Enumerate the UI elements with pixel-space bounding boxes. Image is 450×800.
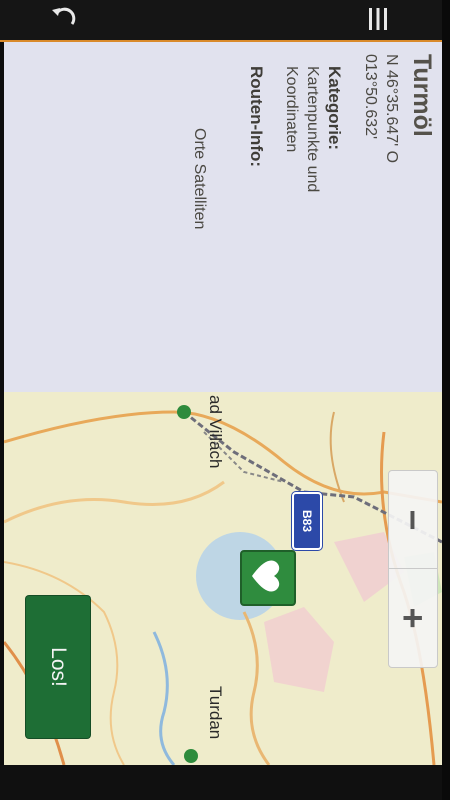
menu-button[interactable] <box>355 0 401 38</box>
zoom-out-label: − <box>393 508 434 531</box>
location-detail-panel: Turmöl N 46°35.647' O 013°50.632' Katego… <box>4 42 442 392</box>
rotated-detail-content: Turmöl N 46°35.647' O 013°50.632' Katego… <box>4 42 442 392</box>
favorite-location-marker[interactable] <box>240 550 296 606</box>
back-arrow-icon <box>52 7 76 25</box>
route-point-marker[interactable] <box>184 749 198 763</box>
category-value-line-2: Koordinaten <box>283 66 300 153</box>
place-label-turdan: Turdan <box>206 686 225 740</box>
category-label: Kategorie: <box>325 66 344 151</box>
navigation-screen: Turmöl N 46°35.647' O 013°50.632' Katego… <box>0 0 450 800</box>
coordinates-line-2: 013°50.632' <box>362 54 379 140</box>
zoom-in-label: + <box>393 606 434 629</box>
coordinates-line-1: N 46°35.647' O <box>383 54 400 164</box>
road-shield-label: B83 <box>299 509 314 533</box>
zoom-control: − + <box>388 470 438 668</box>
go-button[interactable]: Los! <box>26 596 90 738</box>
go-button-label: Los! <box>46 647 70 687</box>
back-button[interactable] <box>40 0 86 38</box>
top-bar <box>0 0 450 42</box>
menu-icon <box>369 8 387 30</box>
route-point-marker[interactable] <box>177 405 191 419</box>
location-title: Turmöl <box>408 54 436 137</box>
route-info-value: Orte Satelliten <box>191 128 208 230</box>
zoom-in-button[interactable]: + <box>389 569 437 666</box>
right-bezel <box>442 0 450 800</box>
heart-favorite-icon <box>252 560 280 592</box>
category-value-line-1: Kartenpunkte und <box>304 66 321 193</box>
route-info-label: Routen-Info: <box>247 66 266 168</box>
zoom-out-button[interactable]: − <box>389 471 437 569</box>
road-shield-b83: B83 <box>292 492 322 550</box>
bottom-bezel <box>0 765 450 800</box>
place-label-villach: ad Villach <box>206 395 225 469</box>
